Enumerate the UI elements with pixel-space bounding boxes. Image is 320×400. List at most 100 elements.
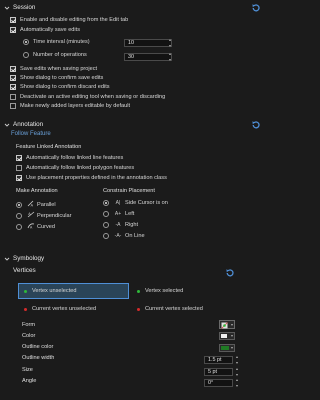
save-on-project-checkbox[interactable] <box>10 66 16 72</box>
auto-save-label: Automatically save edits <box>20 27 81 33</box>
angle-input[interactable]: 0° <box>204 379 233 387</box>
parallel-radio[interactable] <box>16 201 22 208</box>
curved-option[interactable]: A Curved <box>16 222 55 231</box>
follow-polygon-option[interactable]: Automatically follow linked polygon feat… <box>16 165 134 171</box>
follow-line-checkbox[interactable] <box>16 155 22 161</box>
parallel-icon: A <box>26 200 35 209</box>
right-placement-icon: -A <box>115 222 121 228</box>
reset-annotation-icon[interactable] <box>251 120 261 130</box>
current-unselected-item[interactable]: Current vertex unselected <box>24 306 96 312</box>
num-operations-option[interactable]: Number of operations <box>23 52 87 58</box>
left-radio[interactable] <box>103 211 109 217</box>
new-layers-editable-option[interactable]: Make newly added layers editable by defa… <box>10 103 130 109</box>
perpendicular-icon: A <box>26 211 35 220</box>
parallel-option[interactable]: A Parallel <box>16 200 56 209</box>
on-line-option[interactable]: -A- On Line <box>103 233 145 239</box>
chevron-down-icon[interactable] <box>231 347 233 349</box>
curved-icon: A <box>26 222 35 231</box>
confirm-discard-checkbox[interactable] <box>10 84 16 90</box>
perpendicular-label: Perpendicular <box>37 212 72 219</box>
annotation-title: Annotation <box>13 121 44 128</box>
outline-width-input[interactable]: 1.5 pt <box>204 356 233 364</box>
outline-color-label: Outline color <box>22 344 54 350</box>
follow-line-label: Automatically follow linked line feature… <box>26 155 124 161</box>
use-placement-label: Use placement properties defined in the … <box>26 175 167 181</box>
num-operations-input[interactable]: 30 <box>124 53 172 61</box>
current-selected-item[interactable]: Current vertex selected <box>137 306 203 312</box>
new-layers-editable-label: Make newly added layers editable by defa… <box>20 103 131 109</box>
vertex-selected-item[interactable]: Vertex selected <box>137 288 183 294</box>
right-radio[interactable] <box>103 222 109 228</box>
follow-polygon-checkbox[interactable] <box>16 165 22 171</box>
curved-label: Curved <box>37 223 56 230</box>
enable-edit-tab-label: Enable and disable editing from the Edit… <box>20 17 129 23</box>
perpendicular-option[interactable]: A Perpendicular <box>16 211 72 220</box>
size-stepper[interactable] <box>234 368 239 376</box>
confirm-save-label: Show dialog to confirm save edits <box>20 75 104 81</box>
new-layers-editable-checkbox[interactable] <box>10 103 16 109</box>
time-interval-radio[interactable] <box>23 39 29 45</box>
reset-vertices-icon[interactable] <box>225 268 235 278</box>
deactivate-tool-option[interactable]: Deactivate an active editing tool when s… <box>10 94 165 100</box>
time-interval-label: Time interval (minutes) <box>33 39 90 45</box>
reset-session-icon[interactable] <box>251 3 261 13</box>
vertex-unselected-row: Vertex unselected <box>24 288 76 294</box>
annotation-section-header[interactable]: Annotation <box>0 119 267 130</box>
side-cursor-label: Side Cursor is on <box>125 200 168 206</box>
outline-width-label: Outline width <box>22 355 55 361</box>
left-option[interactable]: A+ Left <box>103 211 134 217</box>
save-on-project-label: Save edits when saving project <box>20 66 98 72</box>
time-interval-stepper[interactable] <box>167 39 172 47</box>
num-operations-radio[interactable] <box>23 52 29 58</box>
green-vertex-icon <box>137 289 140 293</box>
red-vertex-icon <box>24 307 27 311</box>
vertex-selected-label: Vertex selected <box>145 288 184 294</box>
vertex-unselected-label: Vertex unselected <box>32 288 77 294</box>
time-interval-option[interactable]: Time interval (minutes) <box>23 39 90 45</box>
on-line-radio[interactable] <box>103 233 109 239</box>
confirm-save-option[interactable]: Show dialog to confirm save edits <box>10 75 103 81</box>
left-placement-icon: A+ <box>114 211 122 217</box>
session-section-header[interactable]: Session <box>0 2 267 13</box>
red-vertex-icon <box>137 307 140 311</box>
chevron-down-icon[interactable] <box>3 4 11 12</box>
right-label: Right <box>125 222 139 228</box>
deactivate-tool-checkbox[interactable] <box>10 94 16 100</box>
angle-label: Angle <box>22 378 37 384</box>
auto-save-checkbox[interactable] <box>10 27 16 33</box>
chevron-down-icon[interactable] <box>3 255 11 263</box>
num-operations-label: Number of operations <box>33 52 87 58</box>
parallel-label: Parallel <box>37 201 56 208</box>
curved-radio[interactable] <box>16 223 22 230</box>
side-cursor-option[interactable]: A| Side Cursor is on <box>103 200 168 206</box>
follow-line-option[interactable]: Automatically follow linked line feature… <box>16 155 123 161</box>
symbology-section-header[interactable]: Symbology <box>0 253 267 264</box>
form-label: Form <box>22 322 36 328</box>
confirm-save-checkbox[interactable] <box>10 75 16 81</box>
green-vertex-icon <box>24 289 27 293</box>
enable-edit-tab-checkbox[interactable] <box>10 17 16 23</box>
vertices-heading: Vertices <box>13 267 36 274</box>
use-placement-option[interactable]: Use placement properties defined in the … <box>16 175 167 181</box>
num-operations-stepper[interactable] <box>167 53 172 61</box>
perpendicular-radio[interactable] <box>16 212 22 219</box>
side-cursor-icon: A| <box>115 200 121 206</box>
time-interval-input[interactable]: 10 <box>124 39 172 47</box>
angle-stepper[interactable] <box>234 379 239 387</box>
save-on-project-option[interactable]: Save edits when saving project <box>10 66 97 72</box>
enable-edit-tab-option[interactable]: Enable and disable editing from the Edit… <box>10 17 128 23</box>
vertex-shape-icon <box>221 321 228 329</box>
use-placement-checkbox[interactable] <box>16 175 22 181</box>
size-label: Size <box>22 367 33 373</box>
size-input[interactable]: 5 pt <box>204 368 233 376</box>
side-cursor-radio[interactable] <box>103 200 109 206</box>
auto-save-option[interactable]: Automatically save edits <box>10 27 80 33</box>
chevron-down-icon[interactable] <box>231 335 233 337</box>
constrain-placement-heading: Constrain Placement <box>103 188 155 194</box>
chevron-down-icon[interactable] <box>231 324 233 326</box>
chevron-down-icon[interactable] <box>3 121 11 129</box>
outline-width-stepper[interactable] <box>234 356 239 364</box>
right-option[interactable]: -A Right <box>103 222 138 228</box>
confirm-discard-option[interactable]: Show dialog to confirm discard edits <box>10 84 110 90</box>
current-selected-label: Current vertex selected <box>145 306 203 312</box>
